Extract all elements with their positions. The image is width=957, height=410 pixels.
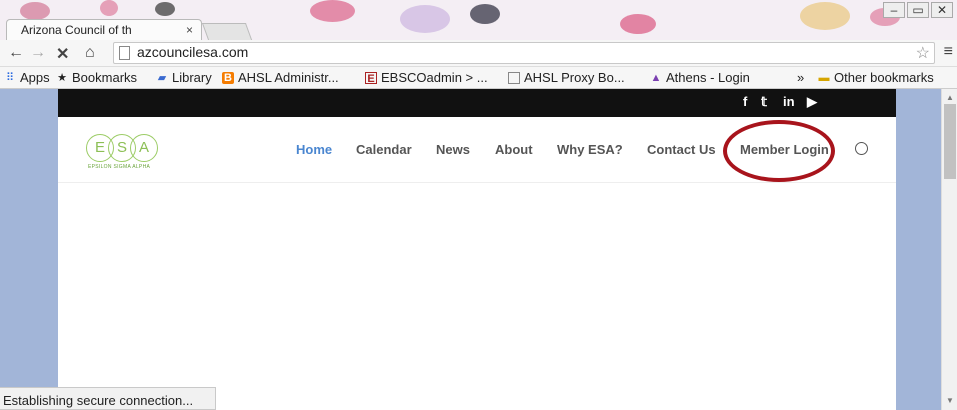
nav-why-esa[interactable]: Why ESA? — [557, 142, 623, 157]
nav-about[interactable]: About — [495, 142, 533, 157]
ebsco-icon: E — [365, 71, 377, 85]
blogger-icon: B — [222, 71, 234, 84]
tab-close-icon[interactable]: × — [186, 23, 193, 37]
back-arrow-icon[interactable]: ← — [8, 44, 24, 62]
nav-home[interactable]: Home — [296, 142, 332, 157]
omnibox[interactable]: ☆ — [113, 42, 935, 64]
page-viewport: f 𝕥 in ▶ E S A EPSILON SIGMA ALPHA Home … — [0, 89, 957, 410]
youtube-icon[interactable]: ▶ — [807, 94, 817, 110]
search-icon[interactable] — [855, 142, 868, 155]
nav-contact-us[interactable]: Contact Us — [647, 142, 716, 157]
close-window-button[interactable]: ✕ — [931, 2, 953, 18]
vertical-scrollbar[interactable]: ▲ ▼ — [941, 89, 957, 410]
nav-news[interactable]: News — [436, 142, 470, 157]
floral-decoration — [310, 0, 355, 22]
browser-tab[interactable]: Arizona Council of th × — [6, 19, 202, 40]
linkedin-icon[interactable]: in — [783, 94, 795, 109]
home-icon[interactable]: ⌂ — [85, 44, 95, 62]
forward-arrow-icon[interactable]: → — [30, 44, 46, 62]
star-icon: ★ — [57, 71, 67, 84]
bookmark-star-icon[interactable]: ☆ — [916, 43, 930, 63]
facebook-icon[interactable]: f — [743, 94, 747, 109]
bookmark-ebscoadmin[interactable]: E EBSCOadmin > ... — [365, 70, 488, 85]
title-bar: Arizona Council of th × – ▭ ✕ — [0, 0, 957, 40]
scroll-up-icon[interactable]: ▲ — [946, 93, 954, 102]
nav-calendar[interactable]: Calendar — [356, 142, 412, 157]
athens-icon: ▲ — [650, 71, 662, 84]
menu-icon[interactable]: ≡ — [944, 43, 953, 61]
bookmark-library[interactable]: ▰ Library — [156, 70, 212, 85]
address-bar-row: ← → ✕ ⌂ ☆ ≡ — [0, 40, 957, 67]
bookmark-apps[interactable]: ⠿ Apps — [4, 70, 50, 85]
bookmark-athens[interactable]: ▲ Athens - Login — [650, 70, 750, 85]
scrollbar-thumb[interactable] — [944, 104, 956, 179]
floral-decoration — [400, 5, 450, 33]
page-icon — [508, 71, 520, 84]
restore-button[interactable]: ▭ — [907, 2, 929, 18]
floral-decoration — [620, 14, 656, 34]
floral-decoration — [800, 2, 850, 30]
url-input[interactable] — [137, 44, 897, 60]
scroll-down-icon[interactable]: ▼ — [946, 396, 954, 405]
logo-letter-a: A — [130, 134, 158, 162]
other-bookmarks[interactable]: ▬ Other bookmarks — [818, 70, 934, 85]
stop-loading-icon[interactable]: ✕ — [56, 44, 69, 64]
logo-tagline: EPSILON SIGMA ALPHA — [88, 164, 151, 170]
bookmarks-bar: ⠿ Apps ★ Bookmarks ▰ Library B AHSL Administ… — [0, 67, 957, 89]
library-icon: ▰ — [157, 71, 167, 84]
new-tab-button[interactable] — [201, 23, 253, 40]
bookmark-bookmarks[interactable]: ★ Bookmarks — [56, 70, 137, 85]
apps-grid-icon: ⠿ — [5, 71, 15, 84]
bookmark-ahsl-admin[interactable]: B AHSL Administr... — [222, 70, 339, 85]
floral-decoration — [470, 4, 500, 24]
tab-title: Arizona Council of th — [21, 23, 132, 37]
minimize-button[interactable]: – — [883, 2, 905, 18]
esa-logo[interactable]: E S A EPSILON SIGMA ALPHA — [86, 134, 162, 174]
window-controls: – ▭ ✕ — [881, 2, 953, 18]
floral-decoration — [100, 0, 118, 16]
folder-icon: ▬ — [818, 71, 830, 84]
status-bubble: Establishing secure connection... — [0, 387, 216, 410]
floral-decoration — [155, 2, 175, 16]
bookmarks-overflow-button[interactable]: » — [797, 70, 804, 85]
page-icon — [119, 46, 130, 60]
floral-decoration — [20, 2, 50, 20]
social-bar: f 𝕥 in ▶ — [58, 89, 896, 117]
annotation-circle — [723, 120, 835, 182]
site-container: f 𝕥 in ▶ E S A EPSILON SIGMA ALPHA Home … — [58, 89, 896, 410]
bookmark-ahsl-proxy[interactable]: AHSL Proxy Bo... — [508, 70, 625, 85]
twitter-icon[interactable]: 𝕥 — [761, 94, 767, 110]
